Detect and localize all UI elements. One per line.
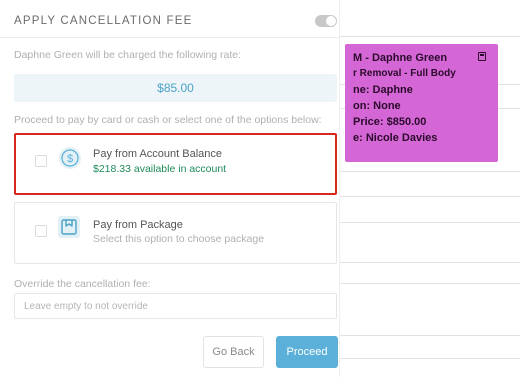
appointment-block[interactable]: M - Daphne Green r Removal - Full Body n… bbox=[345, 44, 498, 162]
cancellation-fee-toggle[interactable] bbox=[315, 15, 337, 27]
appointment-staff: e: Nicole Davies bbox=[353, 132, 438, 144]
calendar-gridline bbox=[338, 196, 520, 197]
package-icon bbox=[57, 215, 81, 239]
calendar-note-icon bbox=[478, 52, 486, 61]
option-pay-from-package[interactable]: Pay from Package Select this option to c… bbox=[14, 202, 337, 264]
rate-label: Daphne Green will be charged the followi… bbox=[14, 49, 242, 61]
account-balance-available: $218.33 available in account bbox=[93, 163, 227, 175]
appointment-title: M - Daphne Green bbox=[353, 52, 448, 64]
calendar-gridline bbox=[338, 335, 520, 336]
dollar-circle-icon: $ bbox=[58, 146, 82, 170]
panel-header: APPLY CANCELLATION FEE bbox=[0, 0, 340, 38]
package-description: Select this option to choose package bbox=[93, 233, 265, 245]
calendar-gridline bbox=[338, 262, 520, 263]
rate-amount: $85.00 bbox=[14, 74, 337, 102]
override-label: Override the cancellation fee: bbox=[14, 278, 151, 290]
go-back-button[interactable]: Go Back bbox=[203, 336, 264, 368]
package-checkbox[interactable] bbox=[35, 225, 47, 237]
calendar-gridline bbox=[338, 171, 520, 172]
panel-title: APPLY CANCELLATION FEE bbox=[14, 15, 193, 27]
cancellation-fee-panel: APPLY CANCELLATION FEE Daphne Green will… bbox=[0, 0, 340, 377]
appointment-option: on: None bbox=[353, 100, 401, 112]
option-pay-from-account-balance[interactable]: $ Pay from Account Balance $218.33 avail… bbox=[14, 133, 337, 195]
payment-instructions: Proceed to pay by card or cash or select… bbox=[14, 114, 322, 126]
appointment-service: r Removal - Full Body bbox=[353, 68, 456, 79]
override-fee-input[interactable] bbox=[14, 293, 337, 319]
appointment-price: Price: $850.00 bbox=[353, 116, 427, 128]
svg-text:$: $ bbox=[67, 153, 73, 165]
appointment-client: ne: Daphne bbox=[353, 84, 413, 96]
calendar-gridline bbox=[338, 36, 520, 37]
package-title: Pay from Package bbox=[93, 219, 183, 231]
toggle-knob bbox=[326, 16, 336, 26]
account-balance-checkbox[interactable] bbox=[35, 155, 47, 167]
calendar-gridline bbox=[338, 222, 520, 223]
proceed-button[interactable]: Proceed bbox=[276, 336, 338, 368]
calendar-gridline bbox=[338, 358, 520, 359]
calendar-gridline bbox=[338, 283, 520, 284]
account-balance-title: Pay from Account Balance bbox=[93, 148, 223, 160]
